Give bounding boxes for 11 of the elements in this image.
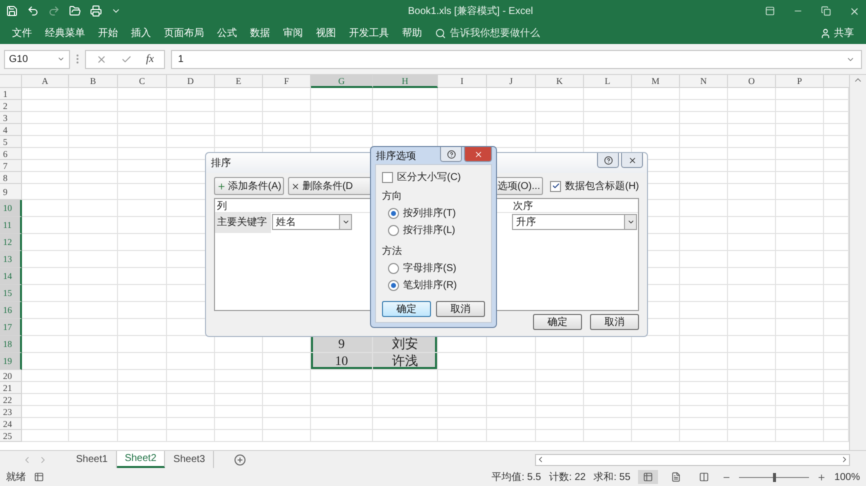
window-title: Book1.xls [兼容模式] - Excel [406, 4, 534, 18]
dialog-title: 排序选项 [376, 150, 416, 162]
status-text: 就绪 [6, 470, 26, 484]
group-title: 方法 [382, 244, 403, 258]
row-label: 主要关键字 [215, 213, 271, 233]
status-stat: 求和: 55 [594, 470, 630, 484]
dialog-title: 排序 [211, 156, 231, 170]
status-stat: 平均值: 5.5 [492, 471, 542, 484]
column-heading: 次序 [513, 200, 533, 212]
column-heading: 列 [217, 200, 227, 212]
status-stat: 计数: 22 [549, 470, 586, 484]
